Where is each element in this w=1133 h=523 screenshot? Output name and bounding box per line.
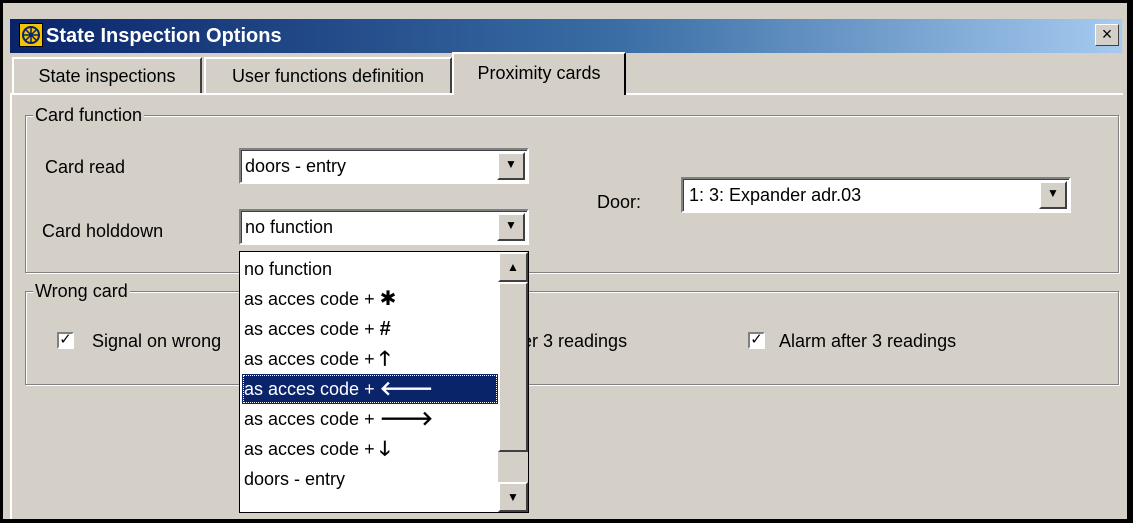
chevron-down-icon[interactable]: ▼ [497, 213, 525, 241]
check-icon: ✓ [59, 331, 72, 348]
list-item-text: doors - entry [244, 469, 346, 489]
list-item[interactable]: doors - entry [242, 464, 498, 494]
list-item-text: as acces code + [244, 409, 380, 429]
list-item[interactable]: as acces code + ✱ [242, 284, 498, 314]
arrow-up-icon: 🡑 [379, 348, 390, 370]
tab-label: User functions definition [231, 66, 425, 86]
card-holddown-label: Card holddown [42, 221, 164, 241]
list-item-selected[interactable]: as acces code + 🡐 [242, 374, 498, 404]
signal-on-wrong-checkbox[interactable]: ✓ [57, 332, 74, 349]
close-button[interactable]: × [1095, 24, 1119, 46]
scroll-down-icon[interactable]: ▼ [498, 482, 528, 512]
arrow-right-icon: 🡒 [379, 408, 434, 430]
list-item[interactable]: as acces code + 🡒 [242, 404, 498, 434]
tab-label: State inspections [38, 66, 176, 86]
card-holddown-value: no function [245, 217, 334, 237]
door-label: Door: [597, 192, 642, 212]
list-item-text: as acces code + [244, 349, 380, 369]
card-read-value: doors - entry [245, 156, 347, 176]
list-item-text: as acces code + [244, 379, 380, 399]
wrong-card-legend: Wrong card [33, 281, 130, 301]
door-select[interactable]: 1: 3: Expander adr.03 ▼ [681, 177, 1071, 213]
door-value: 1: 3: Expander adr.03 [689, 185, 862, 205]
list-item[interactable]: as acces code + # [242, 314, 498, 344]
card-read-select[interactable]: doors - entry ▼ [239, 148, 529, 184]
list-item-text: as acces code + [244, 439, 380, 459]
alarm-after-readings-checkbox[interactable]: ✓ [748, 332, 765, 349]
tab-state-inspections[interactable]: State inspections [12, 57, 202, 93]
scrollbar-thumb[interactable] [498, 282, 528, 452]
tab-proximity-cards[interactable]: Proximity cards [452, 52, 626, 95]
list-item-text: no function [244, 259, 333, 279]
check-icon: ✓ [750, 331, 763, 348]
list-item-text: as acces code + [244, 319, 380, 339]
asterisk-icon: ✱ [379, 288, 397, 310]
chevron-down-icon[interactable]: ▼ [1039, 181, 1067, 209]
card-read-label: Card read [45, 157, 126, 177]
window-title: State Inspection Options [46, 25, 282, 47]
arrow-left-icon: 🡐 [379, 378, 434, 400]
signal-on-wrong-label: Signal on wrong [92, 331, 222, 351]
card-holddown-dropdown-list[interactable]: no function as acces code + ✱ as acces c… [239, 251, 529, 513]
tab-label: Proximity cards [477, 63, 601, 83]
readings-label: er 3 readings [522, 331, 628, 351]
list-item[interactable]: as acces code + 🡓 [242, 434, 498, 464]
card-function-legend: Card function [33, 105, 145, 125]
chevron-down-icon[interactable]: ▼ [497, 152, 525, 180]
list-item[interactable]: no function [242, 254, 498, 284]
list-item[interactable]: as acces code + 🡑 [242, 344, 498, 374]
alarm-after-readings-label: Alarm after 3 readings [779, 331, 957, 351]
arrow-down-icon: 🡓 [379, 438, 390, 460]
close-icon: × [1101, 24, 1113, 44]
list-item-text: as acces code + [244, 289, 380, 309]
tab-user-functions-definition[interactable]: User functions definition [204, 57, 452, 93]
card-holddown-select[interactable]: no function ▼ [239, 209, 529, 245]
scroll-up-icon[interactable]: ▲ [498, 252, 528, 282]
hash-icon: # [379, 318, 391, 340]
app-icon [19, 23, 43, 47]
